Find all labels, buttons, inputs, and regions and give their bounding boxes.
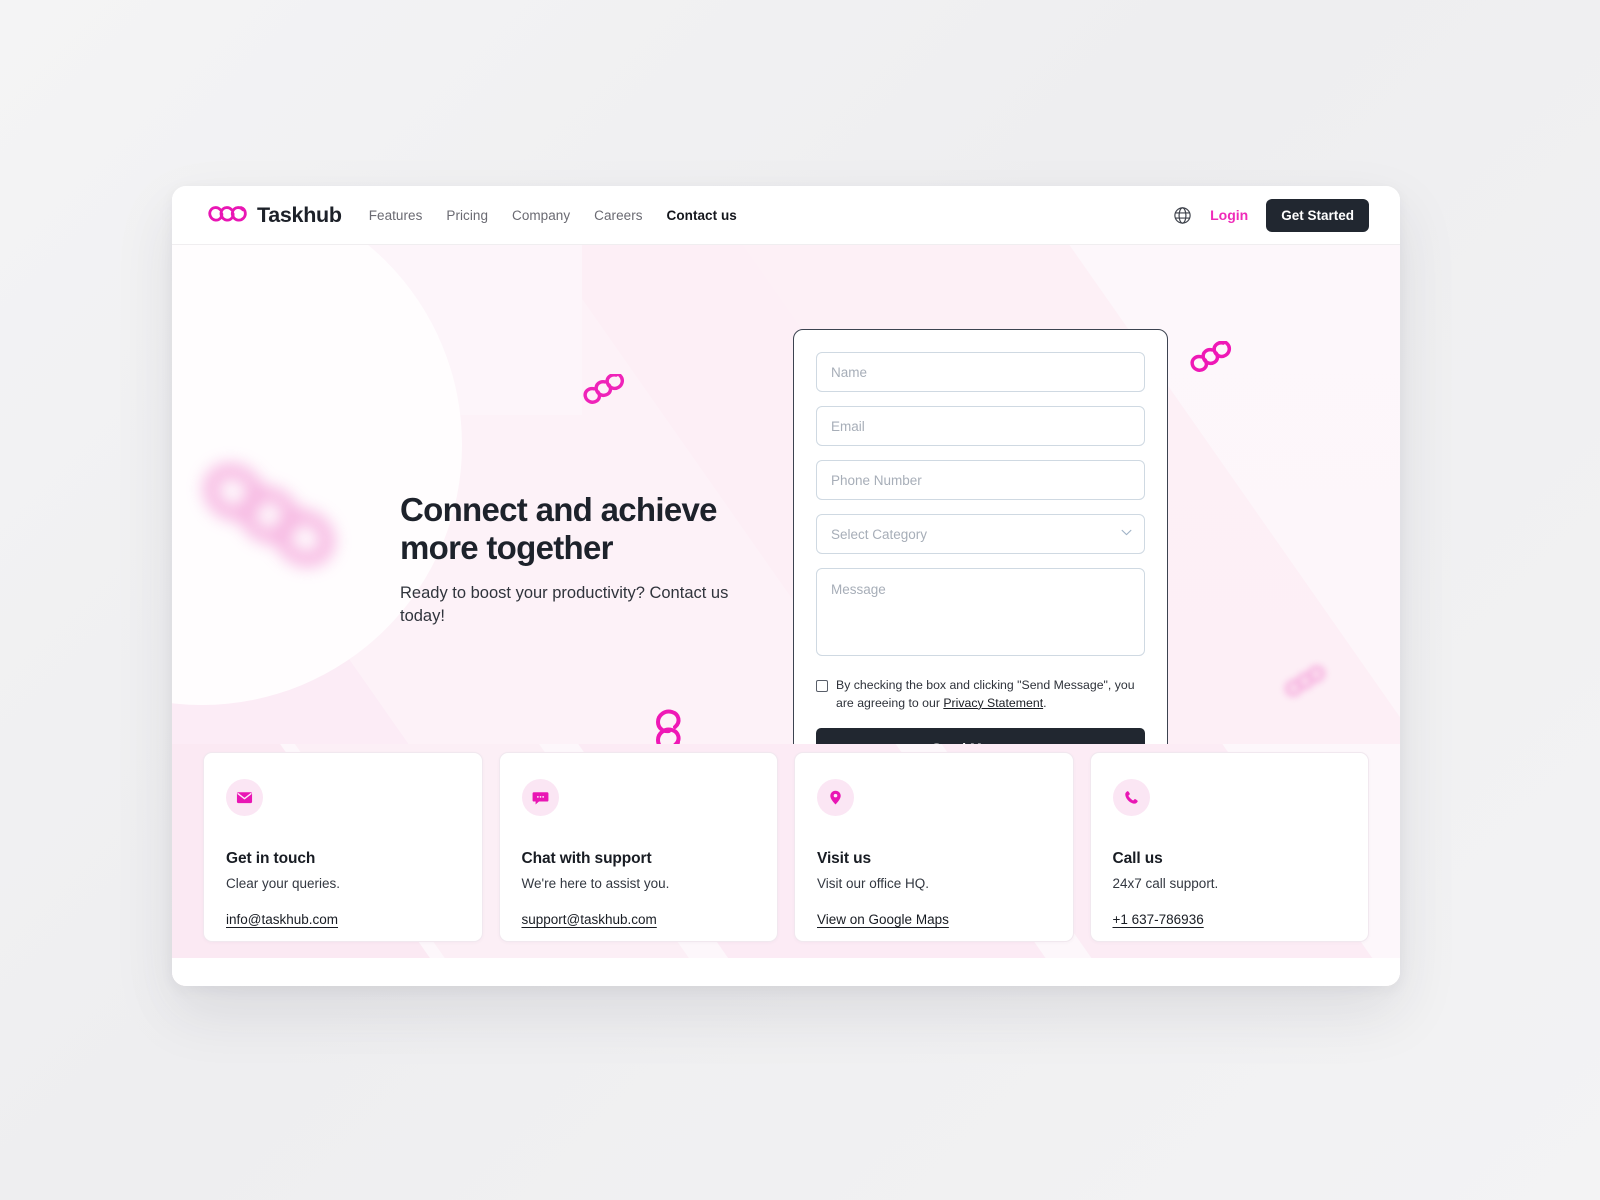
card-link-support-email[interactable]: support@taskhub.com	[522, 912, 657, 927]
card-title: Call us	[1112, 850, 1163, 867]
logo-mark-blurred-large-icon	[194, 460, 344, 570]
phone-icon	[1112, 779, 1150, 816]
contact-form-card: Select Category By checking the box and …	[793, 329, 1168, 744]
taskhub-chain-logo-icon	[208, 206, 247, 222]
card-title: Chat with support	[521, 850, 652, 867]
consent-text-after: .	[1043, 695, 1047, 710]
chat-bubble-icon	[521, 779, 559, 816]
site-header: Taskhub Features Pricing Company Careers…	[172, 186, 1400, 245]
login-link[interactable]: Login	[1210, 207, 1248, 223]
contact-card-visit-us: Visit us Visit our office HQ. View on Go…	[794, 752, 1074, 942]
page-title: Connect and achieve more together	[400, 491, 717, 567]
send-message-button[interactable]: Send Message	[816, 727, 1145, 744]
nav-item-features[interactable]: Features	[369, 208, 423, 223]
cards-bottom-fill	[172, 958, 1400, 986]
message-textarea[interactable]	[816, 568, 1145, 656]
logo-mark-right-top-icon	[1189, 341, 1241, 379]
card-description: We're here to assist you.	[521, 876, 670, 891]
privacy-statement-link[interactable]: Privacy Statement	[943, 696, 1043, 710]
globe-icon[interactable]	[1173, 206, 1192, 225]
consent-checkbox[interactable]	[816, 680, 828, 692]
hero-section: Connect and achieve more together Ready …	[172, 245, 1400, 744]
brand-name: Taskhub	[257, 202, 342, 227]
envelope-icon	[226, 779, 263, 816]
email-input[interactable]	[816, 406, 1145, 446]
card-description: Visit our office HQ.	[817, 876, 930, 891]
card-link-email[interactable]: info@taskhub.com	[226, 912, 338, 927]
card-link-phone[interactable]: +1 637-786936	[1113, 912, 1204, 927]
card-title: Visit us	[817, 850, 872, 867]
card-description: 24x7 call support.	[1112, 876, 1219, 891]
card-description: Clear your queries.	[226, 876, 341, 891]
contact-cards-section: Get in touch Clear your queries. info@ta…	[172, 744, 1400, 986]
consent-text: By checking the box and clicking "Send M…	[836, 677, 1145, 713]
card-link-google-maps[interactable]: View on Google Maps	[817, 912, 949, 927]
nav-item-company[interactable]: Company	[512, 208, 570, 223]
card-title: Get in touch	[226, 850, 316, 867]
phone-input[interactable]	[816, 460, 1145, 500]
map-pin-icon	[817, 779, 854, 816]
nav-item-contact-us[interactable]: Contact us	[667, 208, 737, 223]
hero-subtext: Ready to boost your productivity? Contac…	[400, 584, 729, 625]
nav-item-pricing[interactable]: Pricing	[446, 208, 488, 223]
category-select[interactable]: Select Category	[816, 514, 1145, 554]
brand-logo[interactable]: Taskhub	[208, 203, 342, 228]
browser-window: Taskhub Features Pricing Company Careers…	[172, 186, 1400, 986]
contact-card-get-in-touch: Get in touch Clear your queries. info@ta…	[203, 752, 483, 942]
category-select-wrapper: Select Category	[816, 514, 1145, 568]
nav-item-careers[interactable]: Careers	[594, 208, 642, 223]
header-actions: Login Get Started	[1173, 198, 1369, 232]
logo-mark-small-center-icon	[583, 374, 633, 410]
main-nav: Features Pricing Company Careers Contact…	[369, 208, 737, 223]
consent-row[interactable]: By checking the box and clicking "Send M…	[816, 677, 1145, 713]
logo-mark-vertical-icon	[638, 696, 682, 744]
contact-cards-grid: Get in touch Clear your queries. info@ta…	[172, 744, 1400, 942]
contact-card-chat-with-support: Chat with support We're here to assist y…	[498, 752, 778, 942]
contact-card-call-us: Call us 24x7 call support. +1 637-786936	[1089, 752, 1369, 942]
name-input[interactable]	[816, 352, 1145, 392]
logo-mark-right-low-icon	[1282, 664, 1328, 698]
get-started-button[interactable]: Get Started	[1266, 198, 1369, 232]
